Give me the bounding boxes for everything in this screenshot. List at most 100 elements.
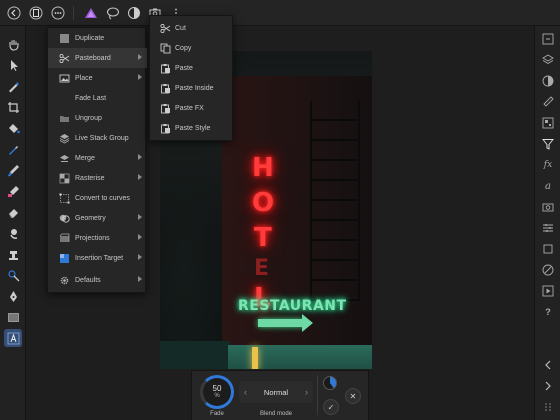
color-wheel-icon[interactable] [125, 4, 143, 22]
pen-icon[interactable] [4, 77, 22, 95]
submenu-item-label: Paste Inside [175, 84, 214, 92]
blend-mode-label: Blend mode [259, 411, 293, 417]
ground [160, 341, 230, 369]
scissors-icon [58, 52, 70, 64]
submenu-item-paste-style[interactable]: Paste Style [150, 118, 234, 138]
layers-icon[interactable] [539, 51, 557, 69]
fill-bucket-icon[interactable] [4, 119, 22, 137]
menu-item-duplicate[interactable]: Duplicate [48, 28, 147, 48]
layer-menu: Duplicate Pasteboard Place Fade Last Ung… [47, 27, 147, 293]
submenu-arrow-icon [138, 174, 142, 180]
play-icon[interactable] [539, 282, 557, 300]
submenu-arrow-icon [138, 254, 142, 260]
brush-icon[interactable] [4, 161, 22, 179]
pen-tool-icon[interactable] [4, 287, 22, 305]
text-tool-icon[interactable] [4, 329, 22, 347]
chevron-right-icon[interactable] [539, 377, 557, 395]
grip-icon[interactable] [539, 398, 557, 416]
lasso-icon[interactable] [104, 4, 122, 22]
menu-item-ungroup[interactable]: Ungroup [48, 108, 147, 128]
fx-icon[interactable]: fx [539, 156, 557, 174]
fade-label: Fade [210, 411, 224, 417]
pixel-brush-icon[interactable] [4, 182, 22, 200]
brush-options-icon[interactable] [323, 376, 337, 390]
left-toolbar [0, 26, 26, 420]
fade-dial[interactable]: 50 % [200, 375, 234, 409]
submenu-item-label: Cut [175, 24, 186, 32]
pasteboard-submenu: Cut Copy Paste Paste Inside Paste FX Pas… [149, 15, 233, 141]
sliders-icon[interactable] [539, 219, 557, 237]
chevron-left-icon[interactable]: ‹ [244, 387, 247, 397]
menu-item-projections[interactable]: Projections [48, 228, 147, 248]
pointer-icon[interactable] [4, 56, 22, 74]
hand-icon[interactable] [4, 35, 22, 53]
paste-icon [159, 122, 171, 134]
menu-item-defaults[interactable]: Defaults [48, 270, 147, 290]
menu-item-merge[interactable]: Merge [48, 148, 147, 168]
menu-item-label: Rasterise [75, 174, 105, 182]
gear-icon [58, 274, 70, 286]
crop-icon[interactable] [4, 98, 22, 116]
menu-item-convert-to-curves[interactable]: Convert to curves [48, 188, 147, 208]
navigator-icon[interactable] [539, 261, 557, 279]
menu-item-geometry[interactable]: Geometry [48, 208, 147, 228]
help-icon[interactable]: ? [539, 303, 557, 321]
submenu-item-paste-fx[interactable]: Paste FX [150, 98, 234, 118]
merge-icon [58, 152, 70, 164]
menu-item-rasterise[interactable]: Rasterise [48, 168, 147, 188]
history-icon[interactable] [539, 30, 557, 48]
menu-item-live-stack-group[interactable]: Live Stack Group [48, 128, 147, 148]
scissors-icon [159, 22, 171, 34]
submenu-arrow-icon [138, 74, 142, 80]
menu-item-place[interactable]: Place [48, 68, 147, 88]
menu-item-label: Projections [75, 234, 110, 242]
menu-item-label: Insertion Target [75, 254, 124, 262]
arrow-sign-head [302, 314, 313, 332]
menu-item-label: Pasteboard [75, 54, 111, 62]
persona-icon[interactable] [82, 4, 100, 22]
copy-icon [159, 42, 171, 54]
menu-item-label: Place [75, 74, 93, 82]
folder-icon [58, 112, 70, 124]
adjustment-icon[interactable] [539, 72, 557, 90]
submenu-arrow-icon [138, 54, 142, 60]
neon-letter-o: O [252, 188, 275, 218]
color-picker-icon[interactable] [4, 140, 22, 158]
fire-escape [310, 101, 360, 301]
submenu-arrow-icon [138, 214, 142, 220]
clone-icon[interactable] [4, 245, 22, 263]
transform-icon[interactable] [539, 240, 557, 258]
fade-unit: % [214, 393, 220, 399]
submenu-item-cut[interactable]: Cut [150, 18, 234, 38]
menu-item-label: Live Stack Group [75, 134, 129, 142]
filter-funnel-icon[interactable] [539, 135, 557, 153]
brushes-panel-icon[interactable] [539, 93, 557, 111]
more-icon[interactable] [49, 4, 67, 22]
chevron-left-icon[interactable] [539, 356, 557, 374]
blend-mode-selector[interactable]: ‹ Normal › [239, 381, 313, 403]
stock-camera-icon[interactable] [539, 198, 557, 216]
submenu-item-paste-inside[interactable]: Paste Inside [150, 78, 234, 98]
eraser-icon[interactable] [4, 203, 22, 221]
menu-item-fade-last[interactable]: Fade Last [48, 88, 147, 108]
right-studio-bar: fx a ? [534, 26, 560, 420]
submenu-item-paste[interactable]: Paste [150, 58, 234, 78]
rectangle-icon[interactable] [4, 308, 22, 326]
submenu-item-copy[interactable]: Copy [150, 38, 234, 58]
dodge-icon[interactable] [4, 266, 22, 284]
apply-button[interactable]: ✓ [323, 399, 339, 415]
smudge-icon[interactable] [4, 224, 22, 242]
cancel-button[interactable]: ✕ [345, 388, 361, 404]
menu-item-insertion-target[interactable]: Insertion Target [48, 248, 147, 268]
menu-item-pasteboard[interactable]: Pasteboard [48, 48, 147, 68]
menu-item-label: Ungroup [75, 114, 102, 122]
swatches-icon[interactable] [539, 114, 557, 132]
back-icon[interactable] [5, 4, 23, 22]
submenu-arrow-icon [138, 154, 142, 160]
submenu-item-label: Paste Style [175, 124, 211, 132]
document-icon[interactable] [27, 4, 45, 22]
door-light [252, 347, 258, 369]
chevron-right-icon[interactable]: › [305, 387, 308, 397]
menu-item-label: Fade Last [75, 94, 107, 102]
text-styles-icon[interactable]: a [539, 177, 557, 195]
